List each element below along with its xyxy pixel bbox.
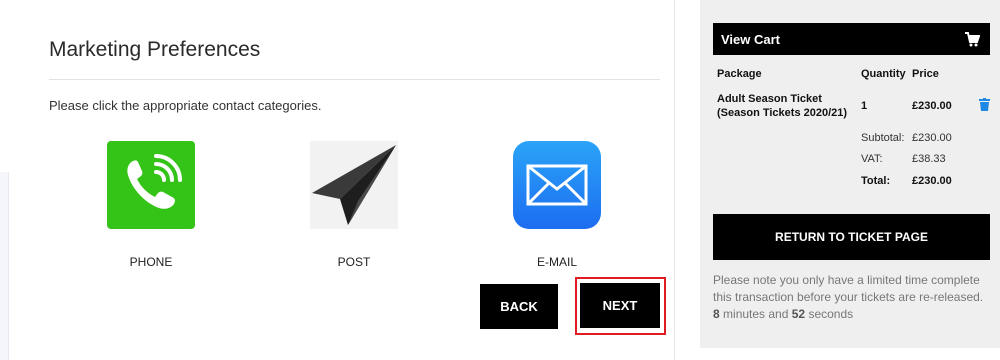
view-cart-title: View Cart [721,32,781,47]
seconds-label: seconds [808,307,854,321]
subtotal-value: £230.00 [912,132,952,144]
vertical-divider [674,0,675,360]
quantity-column-header: Quantity [861,68,906,80]
view-cart-header[interactable]: View Cart [713,23,990,55]
subtotal-label: Subtotal: [861,132,905,144]
return-to-ticket-page-button[interactable]: RETURN TO TICKET PAGE [713,214,990,260]
time-limit-text: Please note you only have a limited time… [713,273,984,304]
back-button[interactable]: BACK [480,284,558,329]
instructions-text: Please click the appropriate contact cat… [49,98,322,113]
marketing-preferences-panel: Marketing Preferences Please click the a… [49,0,666,360]
total-label: Total: [861,175,891,187]
total-value: £230.00 [912,175,952,187]
left-edge-panel [0,172,9,360]
title-divider [49,79,660,80]
cart-item-price: £230.00 [912,100,952,112]
trash-icon[interactable] [979,98,990,111]
phone-icon[interactable] [107,141,195,229]
page-title: Marketing Preferences [49,38,261,61]
cart-item-quantity: 1 [861,100,868,112]
package-column-header: Package [717,68,762,80]
cart-sidebar: View Cart Package Quantity Price Adult S… [700,0,1000,348]
vat-value: £38.33 [912,153,946,165]
price-column-header: Price [912,68,939,80]
phone-label: PHONE [129,255,173,269]
post-label: POST [337,255,371,269]
post-option[interactable]: POST [294,141,414,269]
phone-option[interactable]: PHONE [91,141,211,269]
time-limit-note: Please note you only have a limited time… [713,272,993,323]
envelope-icon[interactable] [513,141,601,229]
minutes-value: 8 [713,307,720,321]
seconds-value: 52 [791,307,806,321]
email-option[interactable]: E-MAIL [497,141,617,269]
cart-icon [965,32,980,47]
email-label: E-MAIL [536,255,577,269]
vat-label: VAT: [861,153,883,165]
paper-plane-icon[interactable] [310,141,398,229]
next-button[interactable]: NEXT [580,283,660,328]
minutes-label: minutes and [723,307,789,321]
cart-item-name: Adult Season Ticket (Season Tickets 2020… [717,93,848,119]
